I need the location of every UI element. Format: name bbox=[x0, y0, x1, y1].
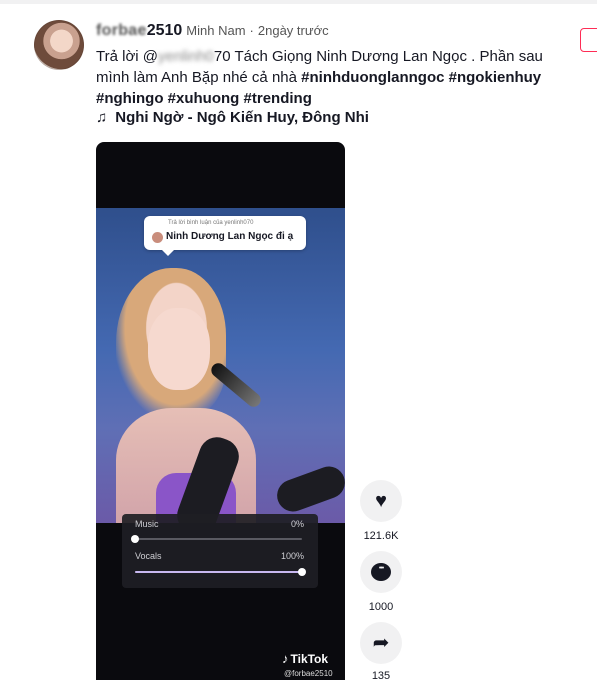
music-link[interactable]: ♫ Nghi Ngờ - Ngô Kiến Huy, Đông Nhi bbox=[96, 109, 369, 126]
video-player[interactable]: Trả lời bình luận của yenlinh070 Ninh Dư… bbox=[96, 142, 345, 680]
music-slider[interactable] bbox=[131, 535, 302, 543]
hashtag-link[interactable]: #nghingo bbox=[96, 90, 164, 107]
music-label: Music bbox=[135, 519, 159, 529]
reply-prefix: Trả lời @ bbox=[96, 48, 159, 65]
comment-icon bbox=[371, 563, 391, 581]
vocals-slider[interactable] bbox=[135, 568, 306, 576]
top-divider bbox=[0, 0, 597, 4]
like-count: 121.6K bbox=[363, 530, 399, 542]
share-button[interactable]: ➦ bbox=[360, 622, 402, 664]
vocals-label: Vocals bbox=[135, 551, 162, 561]
comment-count: 1000 bbox=[368, 601, 394, 613]
vocals-value: 100% bbox=[280, 551, 304, 561]
share-count: 135 bbox=[371, 670, 391, 682]
mention-visible[interactable]: 70 bbox=[214, 48, 231, 65]
watermark-brand: TikTok bbox=[290, 651, 329, 666]
vocals-slider-fill bbox=[135, 571, 302, 573]
reply-sticker: Trả lời bình luận của yenlinh070 Ninh Dư… bbox=[144, 216, 306, 256]
username-blurred[interactable]: forbae bbox=[96, 22, 147, 40]
hashtag-link[interactable]: #xuhuong bbox=[168, 90, 240, 107]
reply-avatar bbox=[152, 232, 163, 243]
hashtag-link[interactable]: #ngokienhuy bbox=[449, 69, 542, 86]
post-caption: Trả lời @yenlinh070 Tách Giọng Ninh Dươn… bbox=[96, 46, 566, 109]
nickname: Minh Nam bbox=[186, 23, 246, 38]
tiktok-watermark: ♪ TikTok bbox=[282, 651, 328, 666]
watermark-handle: @forbae2510 bbox=[284, 669, 333, 678]
tiktok-logo-icon: ♪ bbox=[282, 651, 289, 666]
share-icon: ➦ bbox=[372, 632, 390, 654]
music-note-icon: ♫ bbox=[96, 109, 108, 126]
reply-sticker-text: Ninh Dương Lan Ngọc đi ạ bbox=[166, 231, 294, 242]
reply-sticker-note: Trả lời bình luận của yenlinh070 bbox=[168, 220, 254, 226]
like-button[interactable]: ♥ bbox=[360, 480, 402, 522]
music-title[interactable]: Nghi Ngờ - Ngô Kiến Huy, Đông Nhi bbox=[115, 109, 369, 126]
audio-mixer: Music 0% Vocals 100% bbox=[122, 514, 318, 588]
singer-face bbox=[148, 308, 210, 390]
separator-dot: · bbox=[249, 23, 254, 38]
vocals-slider-thumb[interactable] bbox=[298, 568, 306, 576]
follow-button[interactable] bbox=[580, 28, 597, 52]
comment-button[interactable] bbox=[360, 551, 402, 593]
heart-icon: ♥ bbox=[375, 490, 387, 512]
mention-blurred[interactable]: yenlinh0 bbox=[158, 48, 214, 65]
username-suffix[interactable]: 2510 bbox=[147, 22, 183, 40]
post-header: forbae 2510 Minh Nam · 2ngày trước bbox=[96, 22, 329, 40]
hashtag-link[interactable]: #trending bbox=[244, 90, 312, 107]
video-frame bbox=[96, 208, 345, 523]
music-value: 0% bbox=[290, 519, 304, 529]
post-time: 2ngày trước bbox=[257, 23, 329, 38]
avatar[interactable] bbox=[34, 20, 84, 70]
music-slider-thumb[interactable] bbox=[131, 535, 139, 543]
singer-glove bbox=[272, 461, 345, 517]
hashtag-link[interactable]: #ninhduonglanngoc bbox=[301, 69, 444, 86]
